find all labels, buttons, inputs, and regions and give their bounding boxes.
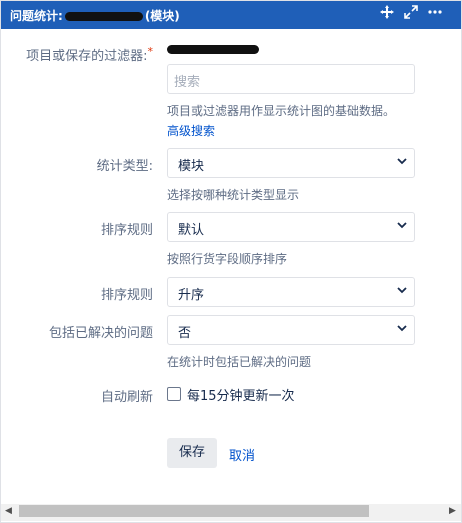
move-icon[interactable] xyxy=(379,5,395,23)
chevron-down-icon xyxy=(397,158,407,165)
title-suffix: (模块) xyxy=(144,9,180,23)
auto-refresh-checkbox[interactable] xyxy=(167,387,181,401)
redacted-filter-value xyxy=(167,45,259,54)
redacted-text xyxy=(64,12,143,21)
auto-refresh-checkbox-label[interactable]: 每15分钟更新一次 xyxy=(187,385,295,404)
expand-icon[interactable] xyxy=(403,5,419,23)
cancel-link[interactable]: 取消 xyxy=(229,445,255,464)
sort-order-select[interactable]: 升序 xyxy=(167,277,415,307)
chevron-down-icon xyxy=(397,287,407,294)
sort-by-help: 按照行货字段顺序排序 xyxy=(167,252,288,266)
required-mark: * xyxy=(147,45,154,58)
filter-help: 项目或过滤器用作显示统计图的基础数据。 xyxy=(167,104,396,118)
stat-type-help: 选择按哪种统计类型显示 xyxy=(167,188,300,202)
sort-order-value: 升序 xyxy=(178,288,205,303)
sort-by-value: 默认 xyxy=(178,223,205,238)
stat-type-label: 统计类型: xyxy=(96,159,153,174)
sort-by-label: 排序规则 xyxy=(100,223,153,238)
title-prefix: 问题统计: xyxy=(10,9,63,23)
chevron-down-icon xyxy=(397,325,407,332)
scroll-right-icon[interactable]: ▶ xyxy=(449,506,456,516)
auto-refresh-label: 自动刷新 xyxy=(100,390,153,405)
stat-type-value: 模块 xyxy=(178,159,205,174)
sort-by-select[interactable]: 默认 xyxy=(167,212,415,242)
filter-search-input[interactable]: 搜索 xyxy=(167,64,415,94)
scroll-left-icon[interactable]: ◀ xyxy=(5,506,12,516)
sort-order-label: 排序规则 xyxy=(100,288,153,303)
gadget-header: 问题统计: (模块) xyxy=(1,1,461,29)
include-resolved-help: 在统计时包括已解决的问题 xyxy=(167,355,312,369)
gadget-title: 问题统计: (模块) xyxy=(10,7,180,24)
save-button[interactable]: 保存 xyxy=(167,438,217,468)
include-resolved-value: 否 xyxy=(178,326,192,341)
include-resolved-label: 包括已解决的问题 xyxy=(48,326,153,341)
search-placeholder: 搜索 xyxy=(174,75,201,90)
filter-label: 项目或保存的过滤器:* xyxy=(26,45,153,64)
gadget-config-panel: 问题统计: (模块) 项目或保存的过滤器:* 搜索 项目或过滤器用作显示统计图的基… xyxy=(0,0,462,523)
chevron-down-icon xyxy=(397,222,407,229)
scrollbar-thumb[interactable] xyxy=(19,505,369,517)
more-icon[interactable] xyxy=(427,5,443,23)
stat-type-select[interactable]: 模块 xyxy=(167,148,415,178)
advanced-search-link[interactable]: 高级搜索 xyxy=(167,122,215,139)
include-resolved-select[interactable]: 否 xyxy=(167,315,415,345)
